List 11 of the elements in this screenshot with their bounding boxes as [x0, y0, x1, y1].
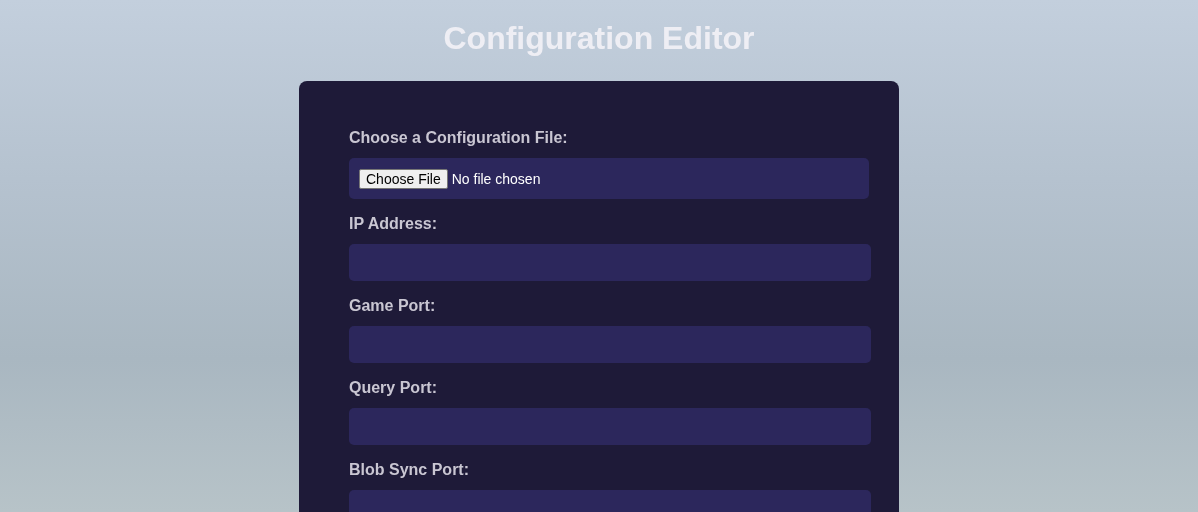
input-field[interactable] — [349, 408, 871, 445]
field-label: IP Address: — [349, 215, 439, 233]
input-field[interactable] — [349, 326, 871, 363]
field-label: Query Port: — [349, 379, 438, 397]
file-status-text: No file chosen — [451, 170, 541, 187]
choose-file-button[interactable]: Choose File — [359, 168, 448, 189]
input-field[interactable] — [349, 244, 871, 281]
field-label: Game Port: — [349, 297, 437, 315]
field-label: Blob Sync Port: — [349, 461, 470, 479]
field-label: Choose a Configuration File: — [349, 129, 569, 147]
file-input[interactable]: Choose File No file chosen — [349, 158, 869, 199]
